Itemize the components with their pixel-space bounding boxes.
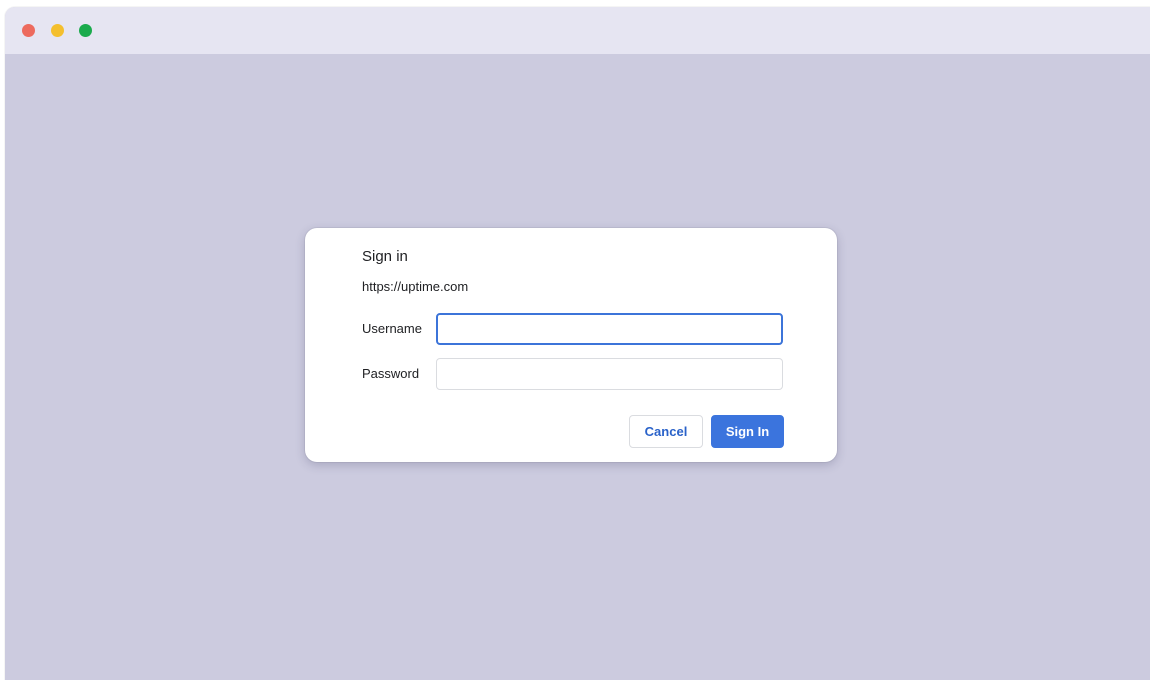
cancel-button[interactable]: Cancel: [629, 415, 703, 448]
password-input[interactable]: [436, 358, 783, 390]
dialog-origin-url: https://uptime.com: [362, 279, 469, 294]
browser-window: Sign in https://uptime.com Username Pass…: [5, 7, 1150, 680]
sign-in-button[interactable]: Sign In: [711, 415, 784, 448]
username-input[interactable]: [436, 313, 783, 345]
sign-in-dialog: Sign in https://uptime.com Username Pass…: [305, 228, 837, 462]
dialog-title: Sign in: [362, 248, 408, 265]
password-label: Password: [362, 366, 420, 381]
window-zoom-button[interactable]: [79, 24, 92, 37]
window-titlebar: [5, 7, 1150, 54]
window-close-button[interactable]: [22, 24, 35, 37]
username-label: Username: [362, 321, 422, 336]
window-minimize-button[interactable]: [51, 24, 64, 37]
